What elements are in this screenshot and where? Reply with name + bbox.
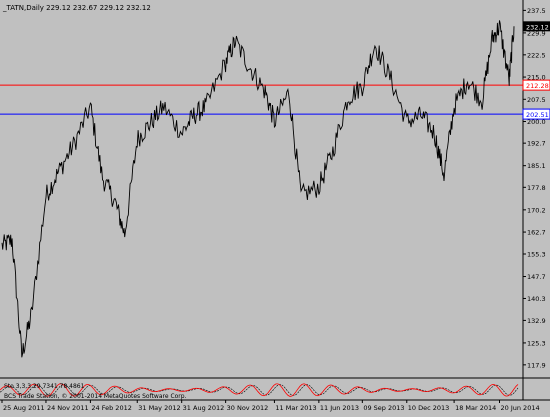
x-tick-label: 11 Mar 2013 — [275, 404, 316, 412]
x-tick-label: 18 Mar 2014 — [455, 404, 496, 412]
level-tag-label: 212.28 — [526, 82, 549, 90]
y-tick-label: 125.3 — [527, 339, 546, 347]
y-tick-label: 222.5 — [527, 51, 546, 59]
x-tick-label: 10 Dec 2013 — [408, 404, 450, 412]
chart-window: 237.5 229.9 222.5 215.0 207.5 200.0 192.7 185.1… — [0, 0, 550, 413]
y-tick-label: 155.3 — [527, 251, 546, 259]
y-tick-label: 192.7 — [527, 140, 546, 148]
copyright-text: BCS Trade Station, © 2001-2014 MetaQuote… — [4, 393, 187, 400]
chart-background — [0, 0, 550, 413]
y-tick-label: 162.7 — [527, 229, 546, 237]
x-tick-label: 20 Jun 2014 — [501, 404, 540, 412]
x-tick-label: 24 Feb 2012 — [91, 404, 131, 412]
y-tick-label: 147.7 — [527, 273, 546, 281]
price-chart: 237.5229.9222.5215.0207.5200.0192.7185.1… — [0, 0, 550, 413]
x-tick-label: 09 Sep 2013 — [363, 404, 404, 412]
level-tag-label: 202.51 — [526, 111, 549, 119]
y-tick-label: 140.3 — [527, 295, 546, 303]
x-tick-label: 31 May 2012 — [138, 404, 180, 412]
x-tick-label: 24 Nov 2011 — [47, 404, 89, 412]
y-tick-label: 237.5 — [527, 7, 546, 15]
x-tick-label: 30 Nov 2012 — [227, 404, 269, 412]
current-price-tag-label: 232.12 — [526, 23, 549, 31]
x-tick-label: 31 Aug 2012 — [183, 404, 225, 412]
indicator-label: Sto 3,3,3 29.7341 78.4861 — [4, 383, 85, 390]
y-tick-label: 132.9 — [527, 317, 546, 325]
chart-header: _TATN,Daily 229.12 232.67 229.12 232.12 — [2, 4, 151, 12]
y-tick-label: 170.2 — [527, 206, 546, 214]
y-tick-label: 177.8 — [527, 184, 546, 192]
x-tick-label: 11 Jun 2013 — [320, 404, 359, 412]
y-tick-label: 185.1 — [527, 162, 546, 170]
y-tick-label: 207.5 — [527, 96, 546, 104]
y-tick-label: 117.9 — [527, 361, 546, 369]
x-tick-label: 25 Aug 2011 — [3, 404, 45, 412]
